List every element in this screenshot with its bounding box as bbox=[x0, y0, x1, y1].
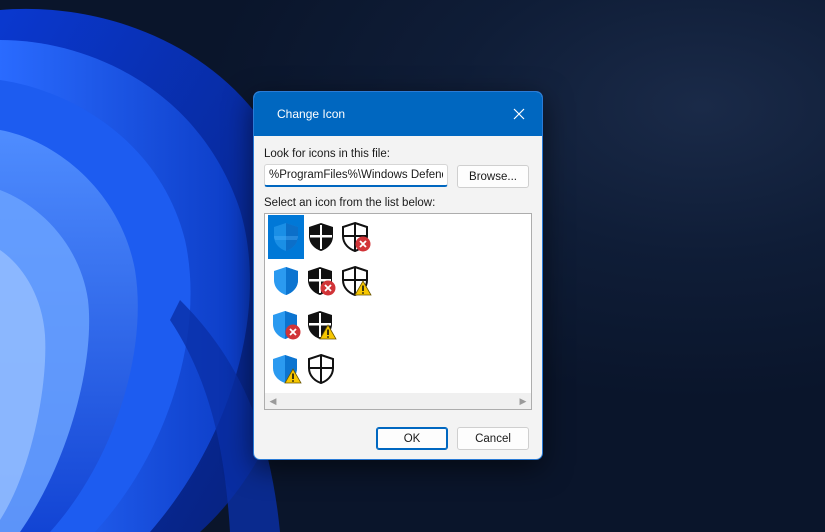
icon-option-10[interactable] bbox=[303, 347, 339, 391]
outline-shield-icon bbox=[308, 353, 334, 385]
icon-option-3[interactable] bbox=[338, 215, 374, 259]
black-shield-error-icon bbox=[308, 267, 336, 296]
icon-option-8[interactable] bbox=[303, 303, 339, 347]
icon-option-9[interactable] bbox=[268, 347, 304, 391]
blue-shield-error-icon bbox=[273, 311, 301, 340]
change-icon-dialog: Change Icon Look for icons in this file:… bbox=[253, 91, 543, 460]
ok-button[interactable]: OK bbox=[376, 427, 448, 450]
blue-shield-icon bbox=[274, 267, 298, 295]
icon-option-2[interactable] bbox=[303, 215, 339, 259]
cancel-button[interactable]: Cancel bbox=[457, 427, 529, 450]
black-shield-icon bbox=[309, 223, 333, 251]
outline-shield-warning-icon bbox=[342, 265, 372, 297]
blue-shield-icon bbox=[274, 223, 298, 251]
icon-option-1[interactable] bbox=[268, 215, 304, 259]
icon-option-7[interactable] bbox=[268, 303, 304, 347]
dialog-title: Change Icon bbox=[277, 107, 346, 121]
scroll-left-arrow-icon[interactable]: ◀ bbox=[265, 393, 281, 409]
icon-option-6[interactable] bbox=[338, 259, 374, 303]
browse-button[interactable]: Browse... bbox=[457, 165, 529, 188]
dialog-titlebar: Change Icon bbox=[254, 92, 542, 136]
select-icon-label: Select an icon from the list below: bbox=[264, 197, 436, 209]
close-icon bbox=[513, 108, 525, 120]
outline-shield-error-icon bbox=[342, 221, 371, 253]
scroll-right-arrow-icon[interactable]: ▶ bbox=[515, 393, 531, 409]
look-for-icons-label: Look for icons in this file: bbox=[264, 148, 390, 160]
blue-shield-warning-icon bbox=[273, 355, 302, 384]
horizontal-scrollbar[interactable]: ◀ ▶ bbox=[265, 393, 531, 409]
icon-file-path-input[interactable] bbox=[264, 164, 448, 187]
close-button[interactable] bbox=[496, 92, 542, 136]
icon-list[interactable]: ◀ ▶ bbox=[264, 213, 532, 410]
icon-option-4[interactable] bbox=[268, 259, 304, 303]
icon-option-5[interactable] bbox=[303, 259, 339, 303]
black-shield-warning-icon bbox=[308, 311, 337, 340]
